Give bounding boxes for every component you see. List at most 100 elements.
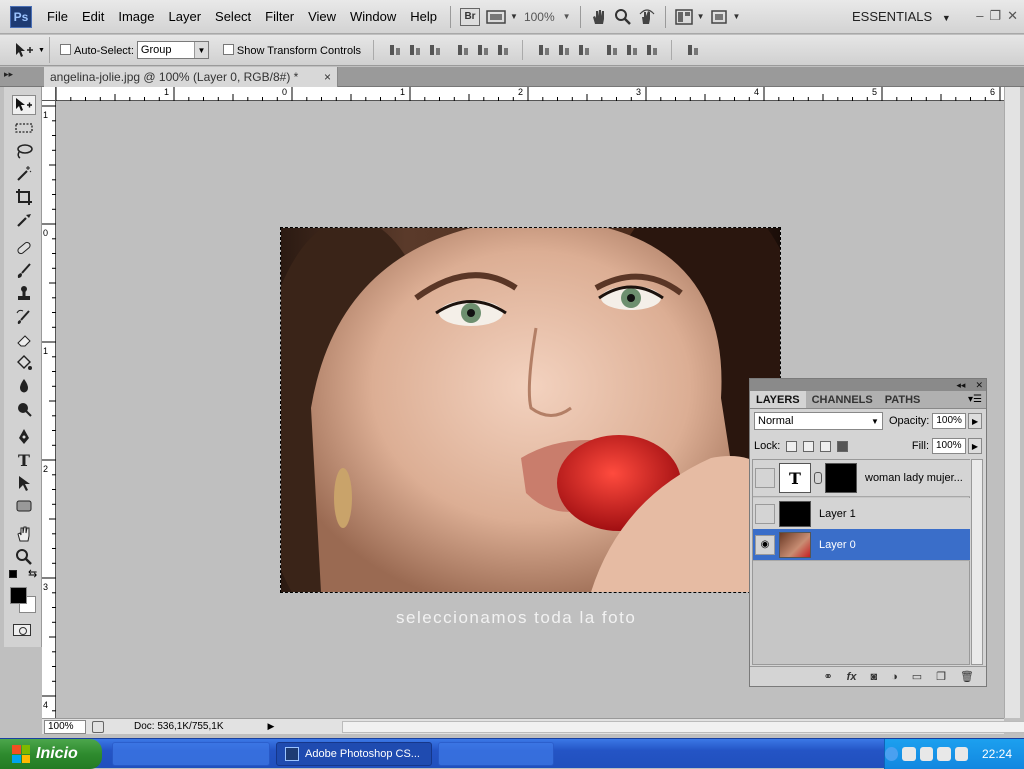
minimize-icon[interactable]: – xyxy=(976,8,983,24)
vertical-ruler[interactable]: 1 0 1 2 3 4 xyxy=(42,101,56,718)
menu-view[interactable]: View xyxy=(301,0,343,34)
distribute-left-icon[interactable] xyxy=(605,43,619,57)
adjustment-icon[interactable]: ◑ xyxy=(891,671,898,683)
brush-tool-button[interactable] xyxy=(12,261,36,281)
eye-icon[interactable]: ◉ xyxy=(755,534,775,555)
taskbar-item-blurred[interactable] xyxy=(112,742,270,766)
blend-mode-select[interactable]: Normal ▼ xyxy=(754,412,883,430)
start-button[interactable]: Inicio xyxy=(0,739,102,769)
mask-link-icon[interactable] xyxy=(814,472,822,484)
workspace-switcher[interactable]: ESSENTIALS ▼ xyxy=(852,0,951,35)
distribute-bottom-icon[interactable] xyxy=(577,43,591,57)
close-icon[interactable]: ✕ xyxy=(1007,8,1018,24)
collapse-panel-icon[interactable]: ◂◂ xyxy=(956,380,965,391)
layers-scrollbar[interactable] xyxy=(971,459,983,665)
view-extras-button[interactable]: ▼ xyxy=(483,6,521,28)
tray-app-icon[interactable] xyxy=(919,747,934,761)
swap-colors-icon[interactable]: ⇆ xyxy=(28,567,37,580)
canvas-horizontal-scrollbar[interactable] xyxy=(342,721,1024,733)
close-icon[interactable]: × xyxy=(324,67,331,87)
close-panel-icon[interactable]: ✕ xyxy=(975,380,983,391)
rotate-view-button[interactable] xyxy=(635,6,659,28)
clone-stamp-tool-button[interactable] xyxy=(12,284,36,304)
menu-select[interactable]: Select xyxy=(208,0,258,34)
align-bottom-edges-icon[interactable] xyxy=(428,43,442,57)
type-tool-button[interactable]: T xyxy=(12,450,36,470)
align-right-edges-icon[interactable] xyxy=(496,43,510,57)
bridge-button[interactable]: Br xyxy=(457,6,483,28)
tab-channels[interactable]: CHANNELS xyxy=(806,391,879,408)
fill-field[interactable]: 100% xyxy=(932,438,966,454)
group-icon[interactable]: ▭ xyxy=(912,670,922,683)
tray-network-icon[interactable] xyxy=(902,747,916,761)
healing-brush-tool-button[interactable] xyxy=(12,238,36,258)
document-image[interactable] xyxy=(281,228,780,592)
tray-security-icon[interactable] xyxy=(954,747,968,761)
new-layer-icon[interactable]: ❐ xyxy=(936,670,946,683)
show-transform-checkbox-wrap[interactable]: Show Transform Controls xyxy=(222,43,361,57)
auto-select-checkbox[interactable] xyxy=(60,43,71,55)
align-left-edges-icon[interactable] xyxy=(456,43,470,57)
auto-select-dropdown[interactable]: Group ▼ xyxy=(136,41,209,59)
blur-tool-button[interactable] xyxy=(12,376,36,396)
opacity-field[interactable]: 100% xyxy=(932,413,967,429)
lasso-tool-button[interactable] xyxy=(12,141,36,161)
quick-mask-icon[interactable] xyxy=(13,624,31,636)
magic-wand-tool-button[interactable] xyxy=(12,164,36,184)
history-brush-tool-button[interactable] xyxy=(12,307,36,327)
taskbar-item-blurred[interactable] xyxy=(438,742,554,766)
panel-menu-icon[interactable]: ▾☰ xyxy=(968,391,986,408)
status-zoom-field[interactable]: 100% xyxy=(44,719,86,734)
menu-window[interactable]: Window xyxy=(343,0,403,34)
opacity-slider-arrow-icon[interactable]: ▶ xyxy=(968,413,982,429)
eraser-tool-button[interactable] xyxy=(12,330,36,350)
paint-bucket-tool-button[interactable] xyxy=(12,353,36,373)
shape-tool-button[interactable] xyxy=(12,496,36,516)
tool-preset-picker[interactable]: ▼ xyxy=(6,37,50,63)
screen-mode-button[interactable]: ▼ xyxy=(707,6,743,28)
menu-filter[interactable]: Filter xyxy=(258,0,301,34)
tab-layers[interactable]: LAYERS xyxy=(750,391,806,408)
foreground-color-swatch[interactable] xyxy=(10,587,27,604)
menu-edit[interactable]: Edit xyxy=(75,0,111,34)
tab-paths[interactable]: PATHS xyxy=(879,391,927,408)
link-icon[interactable]: ⚭ xyxy=(823,670,832,683)
zoom-tool-button[interactable] xyxy=(611,6,635,28)
zoom-level-select[interactable]: 100% ▼ xyxy=(521,6,574,28)
pen-tool-button[interactable] xyxy=(12,427,36,447)
lock-position-icon[interactable] xyxy=(820,440,832,452)
show-transform-checkbox[interactable] xyxy=(222,43,234,55)
menu-help[interactable]: Help xyxy=(403,0,444,34)
layer-row-layer-1[interactable]: Layer 1 xyxy=(753,498,970,530)
distribute-right-icon[interactable] xyxy=(645,43,659,57)
trash-icon[interactable]: 🗑 xyxy=(960,670,974,683)
arrange-documents-button[interactable]: ▼ xyxy=(672,6,708,28)
distribute-vertical-centers-icon[interactable] xyxy=(557,43,571,57)
panel-titlebar[interactable]: ◂◂ ✕ xyxy=(750,379,986,391)
auto-select-checkbox-wrap[interactable]: Auto-Select: xyxy=(60,43,134,57)
hand-tool-button[interactable] xyxy=(12,524,36,544)
auto-align-layers-icon[interactable] xyxy=(686,43,700,57)
menu-file[interactable]: File xyxy=(40,0,75,34)
default-colors-icon[interactable] xyxy=(9,570,17,578)
lock-transparency-icon[interactable] xyxy=(786,440,798,452)
distribute-top-icon[interactable] xyxy=(537,43,551,57)
restore-icon[interactable]: ❐ xyxy=(989,8,1001,24)
layer-row-text[interactable]: T woman lady mujer... xyxy=(753,460,970,497)
align-vertical-centers-icon[interactable] xyxy=(408,43,422,57)
menu-image[interactable]: Image xyxy=(111,0,161,34)
layer-row-layer-0[interactable]: ◉ Layer 0 xyxy=(753,529,970,561)
fill-slider-arrow-icon[interactable]: ▶ xyxy=(968,438,982,454)
zoom-tool-button[interactable] xyxy=(12,547,36,567)
distribute-horizontal-centers-icon[interactable] xyxy=(625,43,639,57)
tray-volume-icon[interactable] xyxy=(937,747,951,761)
move-tool-button[interactable] xyxy=(12,95,36,115)
align-horizontal-centers-icon[interactable] xyxy=(476,43,490,57)
status-menu-arrow-icon[interactable]: ▶ xyxy=(268,721,275,732)
lock-all-icon[interactable] xyxy=(837,440,849,452)
visibility-toggle-off-icon[interactable] xyxy=(755,468,775,488)
status-settings-icon[interactable] xyxy=(92,720,104,733)
crop-tool-button[interactable] xyxy=(12,187,36,207)
eyedropper-tool-button[interactable] xyxy=(12,210,36,230)
dodge-tool-button[interactable] xyxy=(12,399,36,419)
